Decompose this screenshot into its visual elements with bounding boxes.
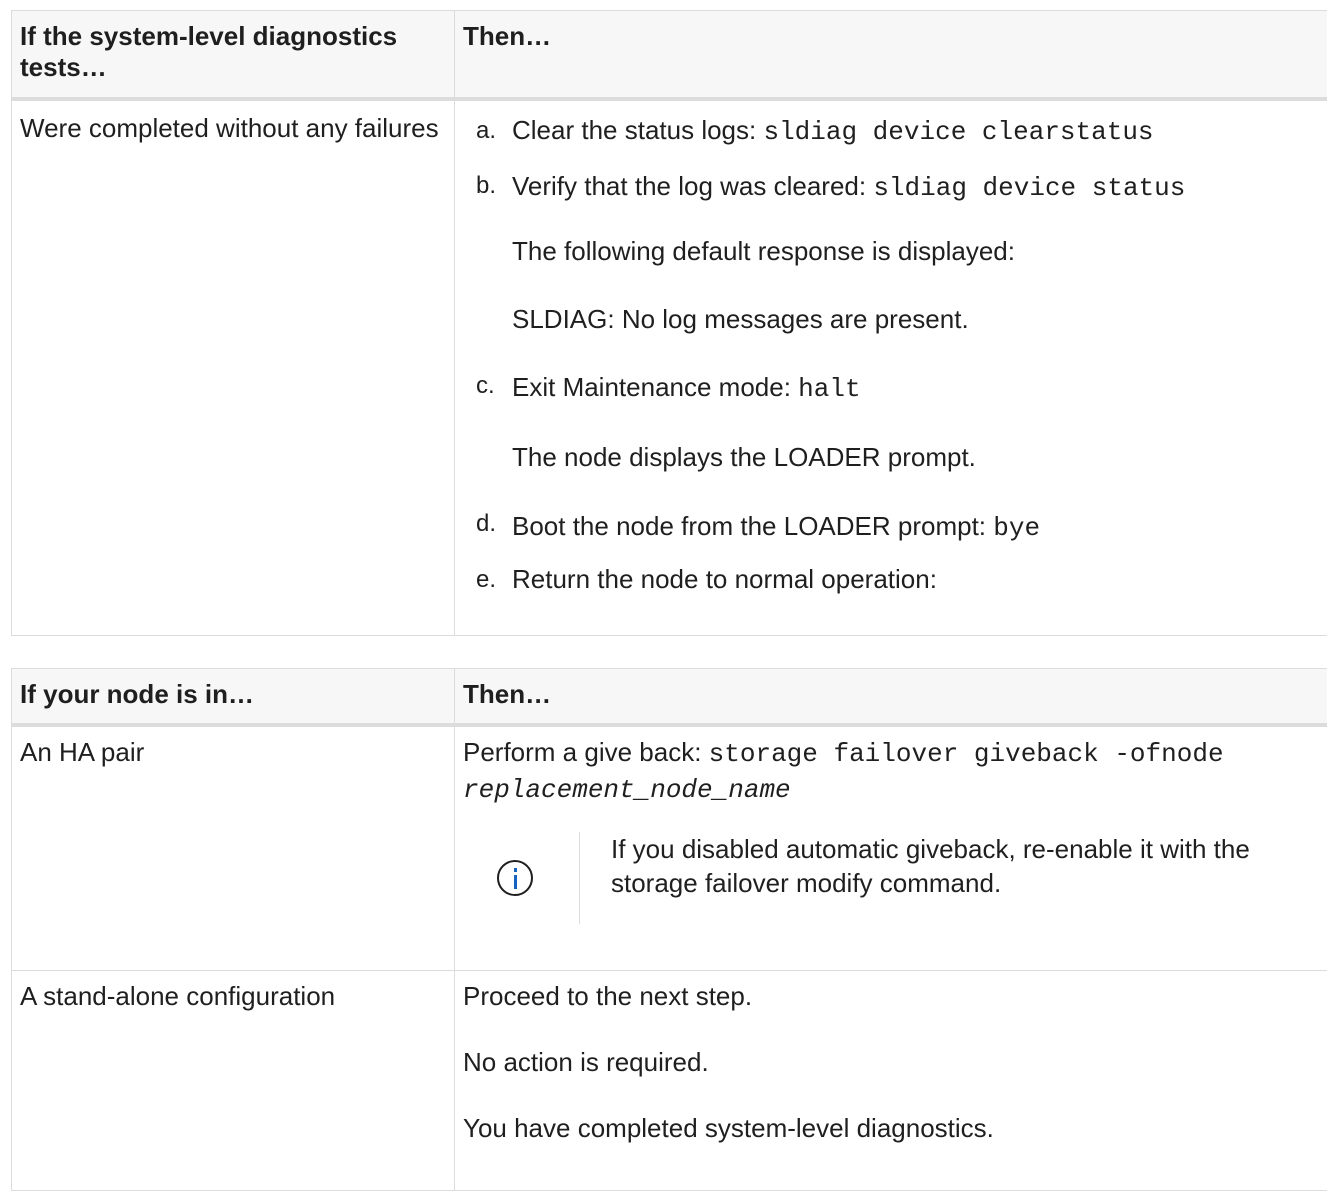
- step-e: Return the node to normal operation:: [512, 564, 937, 595]
- table-row: Were completed without any failures a. C…: [12, 99, 1327, 636]
- header-action: Then…: [455, 669, 1327, 725]
- step-b: Verify that the log was cleared: sldiag …: [512, 171, 1185, 204]
- node-configuration-table: If your node is in… Then… An HA pair Per…: [11, 668, 1327, 1191]
- command-code: sldiag device status: [873, 173, 1185, 203]
- condition-cell: Were completed without any failures: [12, 99, 455, 636]
- action-paragraph: Proceed to the next step.: [463, 981, 1327, 1012]
- steps-cell: a. Clear the status logs: sldiag device …: [455, 99, 1327, 636]
- table-row: An HA pair Perform a give back: storage …: [12, 725, 1327, 971]
- note-admonition: If you disabled automatic giveback, re-e…: [463, 832, 1327, 942]
- table-row: A stand-alone configuration Proceed to t…: [12, 971, 1327, 1191]
- condition-cell: An HA pair: [12, 725, 455, 971]
- step-c: Exit Maintenance mode: halt: [512, 372, 861, 405]
- info-icon: [497, 860, 533, 896]
- command-code: halt: [798, 374, 860, 404]
- step-letter: d.: [476, 508, 496, 539]
- table-header-row: If the system-level diagnostics tests… T…: [12, 11, 1327, 99]
- steps-list: a. Clear the status logs: sldiag device …: [456, 102, 1327, 634]
- step-letter: e.: [476, 564, 496, 595]
- step-letter: b.: [476, 170, 496, 201]
- table-header-row: If your node is in… Then…: [12, 669, 1327, 725]
- step-d: Boot the node from the LOADER prompt: by…: [512, 511, 1040, 544]
- command-code: bye: [993, 513, 1040, 543]
- step-b-note: The following default response is displa…: [512, 236, 1015, 267]
- step-b-response: SLDIAG: No log messages are present.: [512, 304, 969, 335]
- step-letter: c.: [476, 370, 495, 401]
- giveback-instruction: Perform a give back: storage failover gi…: [463, 737, 1327, 770]
- diagnostics-result-table: If the system-level diagnostics tests… T…: [11, 10, 1327, 636]
- note-divider: [579, 832, 580, 924]
- header-action: Then…: [455, 11, 1327, 99]
- step-c-note: The node displays the LOADER prompt.: [512, 442, 976, 473]
- step-a: Clear the status logs: sldiag device cle…: [512, 115, 1154, 148]
- action-paragraph: No action is required.: [463, 1047, 1327, 1078]
- action-paragraph: You have completed system-level diagnost…: [463, 1113, 1327, 1144]
- header-node-type: If your node is in…: [12, 669, 455, 725]
- step-letter: a.: [476, 115, 496, 146]
- header-condition: If the system-level diagnostics tests…: [12, 11, 455, 99]
- action-cell: Perform a give back: storage failover gi…: [455, 725, 1327, 971]
- command-code: sldiag device clearstatus: [763, 117, 1153, 147]
- command-code: storage failover giveback -ofnode: [709, 739, 1224, 769]
- command-argument: replacement_node_name: [463, 775, 791, 805]
- action-cell: Proceed to the next step. No action is r…: [455, 971, 1327, 1191]
- condition-cell: A stand-alone configuration: [12, 971, 455, 1191]
- note-text: If you disabled automatic giveback, re-e…: [611, 832, 1311, 900]
